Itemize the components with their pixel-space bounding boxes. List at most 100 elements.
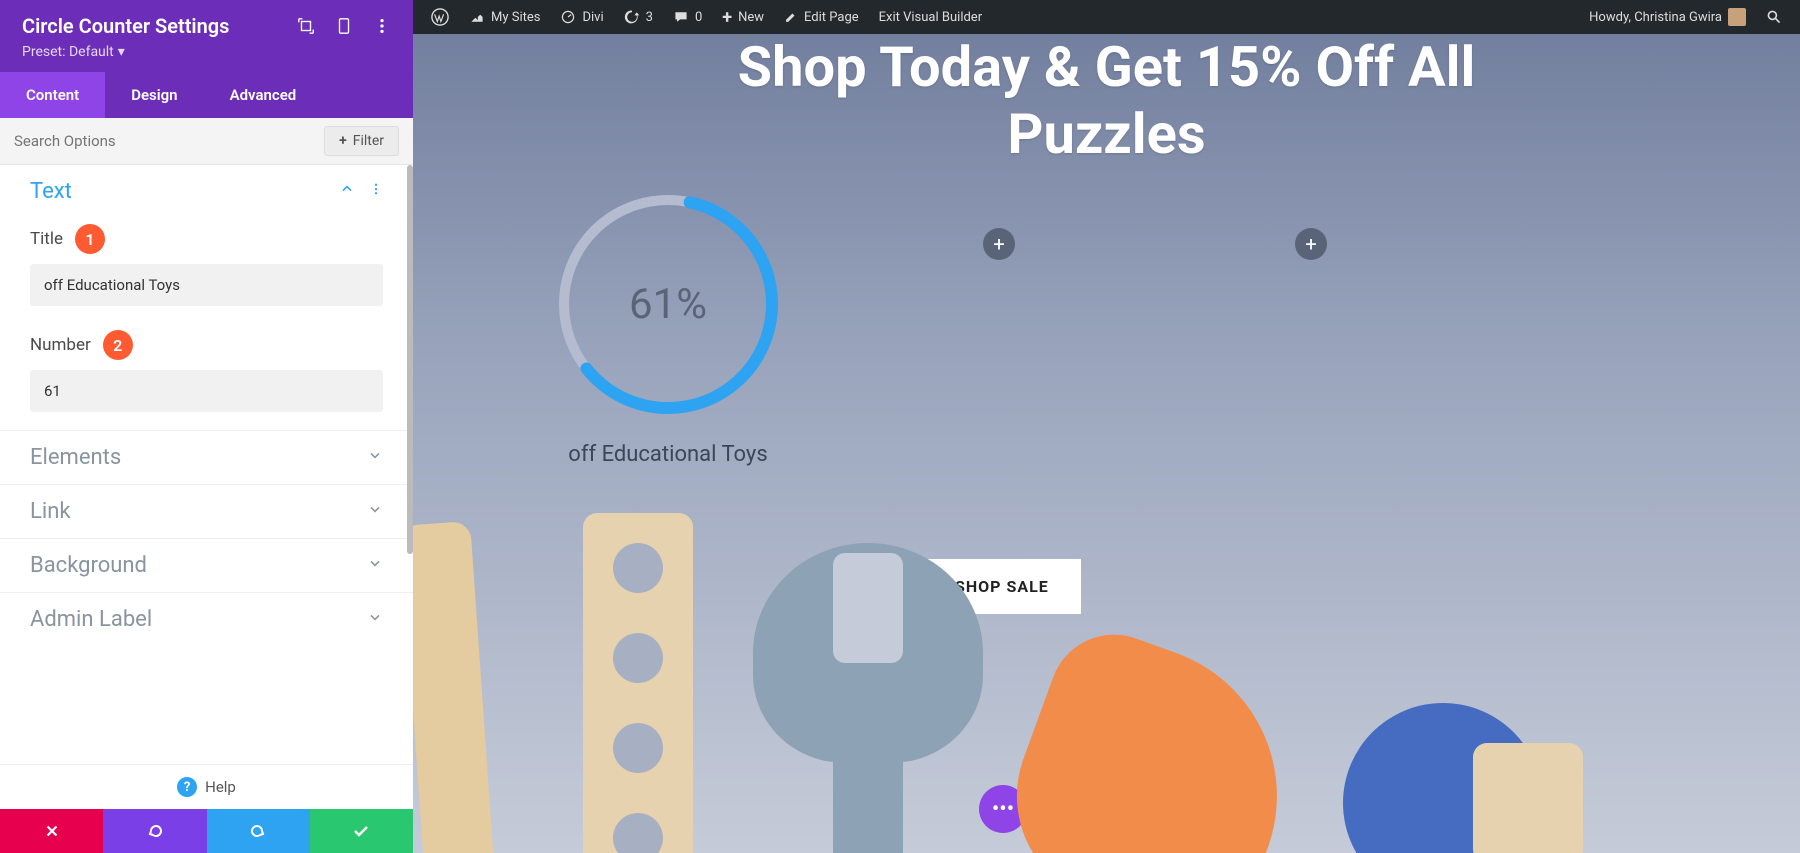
dashboard-icon [560,9,576,25]
panel-title: Circle Counter Settings [22,14,229,38]
my-sites-label: My Sites [491,10,540,25]
section-text-label: Text [30,179,72,204]
help-icon: ? [177,777,197,797]
section-elements-toggle[interactable]: Elements [0,430,413,484]
edit-page-label: Edit Page [804,10,859,25]
wp-logo[interactable] [421,0,459,34]
search-icon [1766,9,1782,25]
edit-page-link[interactable]: Edit Page [774,0,869,34]
updates-count: 3 [646,10,653,25]
pencil-icon [784,10,798,24]
undo-icon [145,821,165,841]
site-name-link[interactable]: Divi [550,0,613,34]
add-module-button[interactable]: + [983,228,1015,260]
help-label: Help [205,778,236,796]
tablet-icon [335,17,353,35]
decor-screwdriver [413,521,496,853]
panel-scroll-area: Text Title 1 Number 2 Elements L [0,165,413,764]
section-background-toggle[interactable]: Background [0,538,413,592]
page-preview: Shop Today & Get 15% Off All Puzzles 61%… [413,34,1800,853]
section-admin-label-toggle[interactable]: Admin Label [0,592,413,646]
responsive-preview-button[interactable] [335,17,353,35]
circle-percent-text: 61% [548,184,788,424]
decor-saw-handle [1473,743,1583,853]
user-avatar [1728,8,1746,26]
undo-button[interactable] [103,809,206,853]
field-title: Title 1 [0,218,413,324]
save-button[interactable] [310,809,413,853]
plus-icon: + [339,133,347,149]
hero-title: Shop Today & Get 15% Off All Puzzles [413,34,1800,168]
plus-icon: + [722,7,732,28]
comment-icon [673,9,689,25]
multisite-icon [469,9,485,25]
decor-wrench [753,543,983,853]
cancel-button[interactable] [0,809,103,853]
search-options-input[interactable] [14,132,324,150]
title-input[interactable] [30,264,383,306]
section-background-label: Background [30,553,147,578]
section-more-button[interactable] [369,181,383,202]
exit-vb-label: Exit Visual Builder [879,10,982,25]
expand-icon [297,17,315,35]
title-label: Title [30,229,63,249]
more-icon: ••• [992,797,1014,822]
site-name-label: Divi [582,10,603,25]
scrollbar-thumb[interactable] [407,165,413,554]
expand-panel-button[interactable] [297,17,315,35]
help-link[interactable]: ? Help [0,764,413,809]
refresh-icon [624,9,640,25]
panel-header: Circle Counter Settings Preset: Default … [0,0,413,72]
chevron-down-icon [367,447,383,468]
panel-tabs: Content Design Advanced [0,72,413,118]
section-link-toggle[interactable]: Link [0,484,413,538]
filter-button[interactable]: + Filter [324,126,399,156]
exit-visual-builder-link[interactable]: Exit Visual Builder [869,0,992,34]
number-input[interactable] [30,370,383,412]
comments-count: 0 [695,10,702,25]
preset-dropdown[interactable]: Preset: Default ▾ [22,44,391,60]
filter-label: Filter [353,133,384,149]
wp-admin-bar: My Sites Divi 3 0 + New Edit Page Exit V… [413,0,1800,34]
kebab-icon [369,181,383,197]
check-icon [351,821,371,841]
field-number: Number 2 [0,324,413,430]
number-label: Number [30,335,91,355]
chevron-down-icon [367,555,383,576]
wordpress-icon [431,8,449,26]
plus-icon: + [1305,232,1316,256]
panel-search-row: + Filter [0,118,413,165]
circle-label-text: off Educational Toys [548,442,788,467]
kebab-icon [373,17,391,35]
chevron-down-icon [367,501,383,522]
decor-orange-shape [986,616,1319,853]
redo-button[interactable] [207,809,310,853]
tab-design[interactable]: Design [105,72,203,118]
section-elements-label: Elements [30,445,121,470]
close-icon [43,822,61,840]
divi-settings-panel: Circle Counter Settings Preset: Default … [0,0,413,853]
section-admin-label-label: Admin Label [30,607,152,632]
panel-more-button[interactable] [373,17,391,35]
add-module-button[interactable]: + [1295,228,1327,260]
annotation-badge-2: 2 [103,330,133,360]
decor-plank [583,513,693,853]
search-toggle[interactable] [1756,0,1792,34]
comments-link[interactable]: 0 [663,0,712,34]
plus-icon: + [993,232,1004,256]
circle-counter-module[interactable]: 61% off Educational Toys [548,184,788,467]
updates-link[interactable]: 3 [614,0,663,34]
new-label: New [738,10,764,25]
tab-advanced[interactable]: Advanced [204,72,323,118]
new-content-link[interactable]: + New [712,0,774,34]
hero-line1: Shop Today & Get 15% Off All [413,34,1800,101]
panel-footer [0,809,413,853]
caret-down-icon: ▾ [118,44,125,60]
annotation-badge-1: 1 [75,224,105,254]
howdy-user-link[interactable]: Howdy, Christina Gwira [1579,0,1756,34]
chevron-down-icon [367,609,383,630]
section-text-toggle[interactable]: Text [0,165,413,218]
my-sites-link[interactable]: My Sites [459,0,550,34]
tab-content[interactable]: Content [0,72,105,118]
preset-label: Preset: Default [22,44,114,60]
